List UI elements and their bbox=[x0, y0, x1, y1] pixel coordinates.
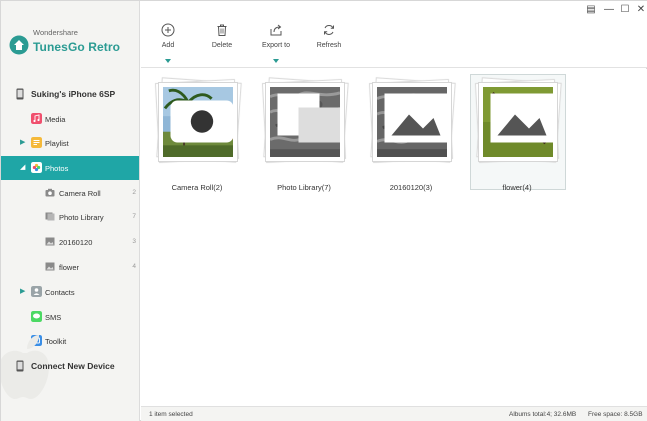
toolbar: Add Delete Export to Refresh ▤ — ☐ ✕ bbox=[141, 1, 647, 68]
album-tile-flower[interactable]: flower(4) bbox=[470, 74, 566, 193]
image-icon bbox=[45, 237, 55, 246]
connect-new-device[interactable]: Connect New Device bbox=[1, 356, 139, 374]
album-tile-20160120[interactable]: 20160120(3) bbox=[365, 75, 457, 193]
sidebar-album-photo-library[interactable]: Photo Library 7 bbox=[1, 205, 139, 229]
image-icon bbox=[45, 262, 55, 271]
export-button[interactable]: Export to bbox=[252, 23, 300, 67]
album-label: flower bbox=[59, 263, 80, 272]
music-icon bbox=[31, 113, 42, 124]
add-label: Add bbox=[161, 42, 175, 49]
image-icon bbox=[490, 93, 553, 143]
device-item[interactable]: Suking's iPhone 6SP bbox=[1, 85, 139, 103]
album-name: 20160120(3) bbox=[389, 183, 433, 192]
export-label: Export to bbox=[261, 42, 290, 49]
album-tile-camera-roll[interactable]: Camera Roll(2) bbox=[151, 75, 243, 193]
album-count: 3 bbox=[132, 238, 136, 245]
photos-icon bbox=[31, 162, 42, 173]
dropdown-arrow-icon[interactable] bbox=[165, 59, 171, 63]
sidebar-item-label: Contacts bbox=[45, 288, 75, 297]
camera-icon bbox=[45, 188, 55, 197]
image-icon bbox=[384, 93, 447, 143]
selection-status: 1 item selected bbox=[149, 411, 193, 418]
album-grid: Camera Roll(2) Photo Library(7) 20160120… bbox=[141, 69, 647, 406]
tunesgo-logo-icon bbox=[9, 35, 29, 55]
album-thumbnail bbox=[158, 82, 238, 162]
sidebar-item-playlist[interactable]: ▶ Playlist bbox=[1, 131, 139, 155]
album-count: 4 bbox=[132, 263, 136, 270]
collapse-arrow-icon[interactable]: ◢ bbox=[20, 164, 25, 172]
album-label: Photo Library bbox=[59, 213, 104, 222]
contacts-icon bbox=[31, 286, 42, 297]
iphone-icon bbox=[16, 88, 24, 100]
status-bar: 1 item selected Albums total:4; 32.6MB F… bbox=[141, 406, 647, 421]
close-icon[interactable]: ✕ bbox=[635, 4, 647, 16]
feedback-icon[interactable]: ▤ bbox=[585, 4, 597, 16]
device-name: Suking's iPhone 6SP bbox=[31, 89, 116, 99]
trash-icon bbox=[217, 24, 227, 36]
sidebar-item-photos[interactable]: ◢ Photos bbox=[1, 156, 139, 180]
brand: Wondershare TunesGo Retro bbox=[9, 13, 139, 63]
refresh-button[interactable]: Refresh bbox=[305, 23, 353, 67]
album-name: flower(4) bbox=[502, 183, 532, 192]
sidebar: Wondershare TunesGo Retro Suking's iPhon… bbox=[1, 1, 140, 421]
library-icon bbox=[45, 212, 55, 221]
export-icon bbox=[270, 24, 282, 36]
maximize-icon[interactable]: ☐ bbox=[619, 4, 631, 16]
album-label: 20160120 bbox=[59, 238, 93, 247]
sidebar-album-flower[interactable]: flower 4 bbox=[1, 255, 139, 279]
expand-arrow-icon[interactable]: ▶ bbox=[20, 288, 25, 296]
album-thumbnail bbox=[265, 82, 345, 162]
refresh-icon bbox=[324, 25, 334, 35]
add-icon bbox=[161, 23, 175, 37]
sidebar-item-sms[interactable]: SMS bbox=[1, 305, 139, 329]
sidebar-album-20160120[interactable]: 20160120 3 bbox=[1, 230, 139, 254]
delete-label: Delete bbox=[211, 42, 233, 49]
free-space: Free space: 8.5GB bbox=[588, 411, 643, 418]
albums-total: Albums total:4; 32.6MB bbox=[509, 411, 577, 418]
album-label: Camera Roll bbox=[59, 189, 101, 198]
sidebar-item-label: Media bbox=[45, 115, 66, 124]
connect-label: Connect New Device bbox=[31, 361, 115, 371]
album-name: Photo Library(7) bbox=[277, 183, 331, 192]
minimize-icon[interactable]: — bbox=[603, 4, 615, 16]
expand-arrow-icon[interactable]: ▶ bbox=[20, 139, 25, 147]
camera-icon bbox=[170, 100, 233, 143]
sidebar-item-label: SMS bbox=[45, 313, 62, 322]
sidebar-item-media[interactable]: Media bbox=[1, 107, 139, 131]
album-count: 2 bbox=[132, 189, 136, 196]
delete-button[interactable]: Delete bbox=[198, 23, 246, 67]
brand-vendor: Wondershare bbox=[33, 28, 78, 37]
brand-name: TunesGo Retro bbox=[33, 40, 121, 54]
album-name: Camera Roll(2) bbox=[171, 183, 223, 192]
album-thumbnail bbox=[372, 82, 452, 162]
sidebar-album-camera-roll[interactable]: Camera Roll 2 bbox=[1, 181, 139, 205]
refresh-label: Refresh bbox=[316, 42, 342, 49]
sidebar-item-label: Photos bbox=[45, 164, 69, 173]
dropdown-arrow-icon[interactable] bbox=[273, 59, 279, 63]
sidebar-item-contacts[interactable]: ▶ Contacts bbox=[1, 280, 139, 304]
sidebar-item-label: Playlist bbox=[45, 139, 69, 148]
playlist-icon bbox=[31, 137, 42, 148]
library-icon bbox=[277, 93, 340, 143]
album-count: 7 bbox=[132, 213, 136, 220]
album-thumbnail bbox=[478, 82, 558, 162]
app-window: Wondershare TunesGo Retro Suking's iPhon… bbox=[0, 0, 647, 421]
sms-icon bbox=[31, 311, 42, 322]
album-tile-photo-library[interactable]: Photo Library(7) bbox=[258, 75, 350, 193]
add-button[interactable]: Add bbox=[144, 23, 192, 67]
iphone-icon bbox=[16, 360, 24, 372]
